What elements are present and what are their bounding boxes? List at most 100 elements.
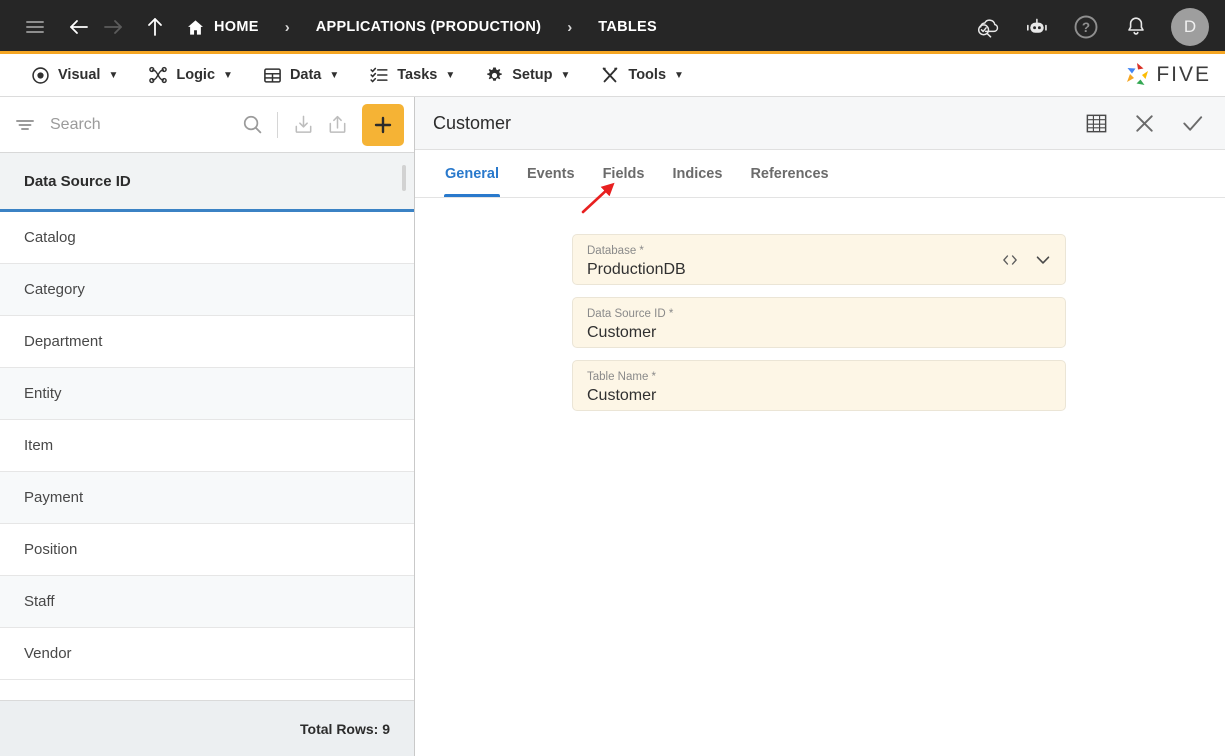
menu-label-setup: Setup bbox=[512, 67, 553, 83]
detail-tabs: General Events Fields Indices References bbox=[415, 150, 1225, 198]
code-brackets-icon[interactable] bbox=[1001, 251, 1019, 269]
chevron-down-icon[interactable] bbox=[1033, 250, 1053, 270]
menu-item-tasks[interactable]: Tasks ▼ bbox=[354, 54, 470, 96]
detail-pane: Customer General Events Fields Indices R… bbox=[415, 97, 1225, 756]
five-pinwheel-icon bbox=[1122, 60, 1152, 90]
breadcrumb-item-tables[interactable]: TABLES bbox=[598, 19, 657, 35]
menu-item-tools[interactable]: Tools ▼ bbox=[585, 54, 699, 96]
list-item[interactable]: Payment bbox=[0, 472, 414, 524]
application-window: HOME › APPLICATIONS (PRODUCTION) › TABLE… bbox=[0, 0, 1225, 756]
add-record-button[interactable] bbox=[362, 103, 404, 146]
table-grid-icon bbox=[263, 66, 282, 85]
breadcrumb-item-applications[interactable]: APPLICATIONS (PRODUCTION) bbox=[316, 19, 542, 35]
database-field-value: ProductionDB bbox=[587, 260, 686, 278]
list-item-label: Catalog bbox=[24, 229, 76, 246]
list-item-empty bbox=[0, 680, 414, 700]
notifications-bell-icon[interactable] bbox=[1119, 10, 1153, 44]
list-item-label: Payment bbox=[24, 489, 84, 506]
list-item[interactable]: Department bbox=[0, 316, 414, 368]
list-item[interactable]: Category bbox=[0, 264, 414, 316]
five-logo-text: FIVE bbox=[1156, 63, 1211, 86]
tab-references[interactable]: References bbox=[736, 150, 842, 197]
data-source-list[interactable]: Catalog Category Department Entity Item … bbox=[0, 212, 414, 700]
tab-fields[interactable]: Fields bbox=[589, 150, 659, 197]
cloud-check-icon[interactable] bbox=[969, 10, 1003, 44]
list-item-label: Position bbox=[24, 541, 78, 558]
chevron-down-icon: ▼ bbox=[445, 69, 456, 81]
arrow-forward-icon[interactable] bbox=[96, 10, 130, 44]
search-input[interactable] bbox=[42, 114, 235, 135]
tab-general[interactable]: General bbox=[431, 150, 513, 197]
list-item-label: Category bbox=[24, 281, 85, 298]
chevron-down-icon: ▼ bbox=[674, 69, 684, 81]
menu-item-setup[interactable]: Setup ▼ bbox=[470, 54, 585, 96]
list-item[interactable]: Staff bbox=[0, 576, 414, 628]
eye-icon bbox=[31, 66, 50, 85]
data-source-id-field-value: Customer bbox=[587, 323, 657, 341]
arrow-back-icon[interactable] bbox=[62, 10, 96, 44]
chevron-down-icon: ▼ bbox=[329, 69, 340, 81]
list-item-label: Item bbox=[24, 437, 54, 454]
import-icon[interactable] bbox=[286, 108, 320, 142]
data-source-id-field[interactable]: Data Source ID * Customer bbox=[572, 297, 1066, 348]
list-item-label: Staff bbox=[24, 593, 55, 610]
svg-text:?: ? bbox=[1082, 20, 1090, 35]
tab-label-general: General bbox=[445, 165, 499, 182]
confirm-check-icon[interactable] bbox=[1177, 108, 1207, 138]
tools-icon bbox=[600, 65, 620, 85]
table-name-field-label: Table Name * bbox=[587, 371, 657, 384]
search-icon[interactable] bbox=[235, 108, 269, 142]
chat-bot-icon[interactable] bbox=[1019, 10, 1053, 44]
menu-label-tasks: Tasks bbox=[397, 67, 438, 83]
detail-header-actions bbox=[1081, 108, 1207, 138]
gear-icon bbox=[485, 66, 504, 85]
grid-view-icon[interactable] bbox=[1081, 108, 1111, 138]
list-item-label: Department bbox=[24, 333, 103, 350]
table-name-field[interactable]: Table Name * Customer bbox=[572, 360, 1066, 411]
menu-label-data: Data bbox=[289, 67, 322, 83]
five-logo[interactable]: FIVE bbox=[1122, 60, 1211, 90]
breadcrumb-label-applications: APPLICATIONS (PRODUCTION) bbox=[315, 19, 542, 35]
home-icon bbox=[186, 18, 205, 37]
logic-nodes-icon bbox=[148, 65, 168, 85]
list-item[interactable]: Vendor bbox=[0, 628, 414, 680]
database-field-icons bbox=[1001, 250, 1053, 270]
form-fields-column: Database * ProductionDB Data Source ID *… bbox=[572, 234, 1066, 423]
filter-icon[interactable] bbox=[8, 108, 42, 142]
tab-indices[interactable]: Indices bbox=[658, 150, 736, 197]
tab-label-fields: Fields bbox=[602, 165, 645, 182]
tab-label-indices: Indices bbox=[672, 165, 723, 182]
menu-item-logic[interactable]: Logic ▼ bbox=[133, 54, 248, 96]
chevron-down-icon: ▼ bbox=[108, 69, 119, 81]
list-item[interactable]: Position bbox=[0, 524, 414, 576]
chevron-down-icon: ▼ bbox=[223, 69, 233, 81]
breadcrumb-item-home[interactable]: HOME bbox=[186, 18, 259, 37]
general-tab-form: Database * ProductionDB Data Source ID *… bbox=[415, 198, 1225, 756]
menu-label-tools: Tools bbox=[628, 67, 667, 83]
total-rows-label: Total Rows: 9 bbox=[300, 720, 390, 737]
help-icon[interactable]: ? bbox=[1069, 10, 1103, 44]
list-item[interactable]: Item bbox=[0, 420, 414, 472]
list-item[interactable]: Entity bbox=[0, 368, 414, 420]
breadcrumb-label-home: HOME bbox=[214, 19, 259, 35]
tab-label-references: References bbox=[750, 165, 829, 182]
breadcrumb-separator: › bbox=[284, 18, 290, 36]
detail-header: Customer bbox=[415, 97, 1225, 150]
menu-item-visual[interactable]: Visual ▼ bbox=[16, 54, 133, 96]
menu-label-logic: Logic bbox=[176, 67, 216, 83]
list-item[interactable]: Catalog bbox=[0, 212, 414, 264]
avatar-initial: D bbox=[1183, 17, 1197, 36]
close-icon[interactable] bbox=[1129, 108, 1159, 138]
list-toolbar bbox=[0, 97, 414, 152]
export-icon[interactable] bbox=[320, 108, 354, 142]
scrollbar-thumb[interactable] bbox=[402, 165, 406, 191]
list-column-header[interactable]: Data Source ID bbox=[0, 152, 414, 212]
menu-item-data[interactable]: Data ▼ bbox=[248, 54, 354, 96]
hamburger-menu-icon[interactable] bbox=[18, 10, 52, 44]
tab-events[interactable]: Events bbox=[513, 150, 589, 197]
table-name-field-value: Customer bbox=[587, 386, 657, 404]
database-field[interactable]: Database * ProductionDB bbox=[572, 234, 1066, 285]
arrow-up-icon[interactable] bbox=[138, 10, 172, 44]
avatar[interactable]: D bbox=[1171, 8, 1209, 46]
data-source-list-pane: Data Source ID Catalog Category Departme… bbox=[0, 97, 415, 756]
